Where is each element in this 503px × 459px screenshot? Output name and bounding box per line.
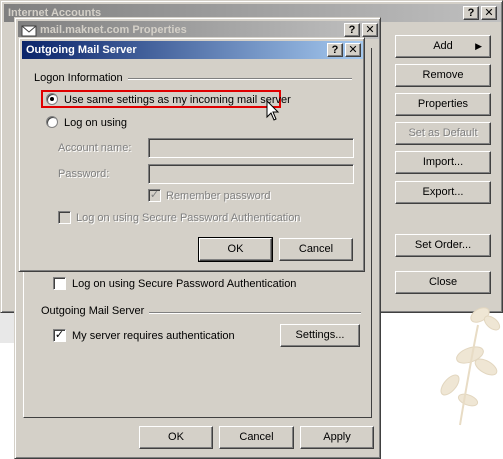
properties-apply-button[interactable]: Apply: [300, 426, 374, 449]
same-settings-label: Use same settings as my incoming mail se…: [64, 94, 291, 106]
properties-help-button[interactable]: ?: [344, 23, 360, 37]
outgoing-dialog-titlebar: Outgoing Mail Server: [22, 41, 363, 59]
same-settings-radio[interactable]: [46, 93, 58, 105]
properties-title: mail.maknet.com Properties: [40, 24, 187, 36]
log-on-using-label: Log on using: [64, 117, 127, 129]
set-as-default-button[interactable]: Set as Default: [395, 122, 491, 145]
password-label: Password:: [58, 168, 110, 180]
requires-auth-checkbox[interactable]: ✓: [53, 329, 66, 342]
log-on-using-radio[interactable]: [46, 116, 58, 128]
export-button[interactable]: Export...: [395, 181, 491, 204]
close-button[interactable]: Close: [395, 271, 491, 294]
internet-accounts-close-button[interactable]: ✕: [481, 6, 497, 20]
outgoing-ok-button[interactable]: OK: [198, 237, 273, 262]
logon-group-label: Logon Information: [34, 72, 123, 84]
account-name-field[interactable]: [148, 138, 354, 158]
triangle-right-icon: ▶: [475, 41, 482, 51]
internet-accounts-help-button[interactable]: ?: [463, 6, 479, 20]
outgoing-group-label: Outgoing Mail Server: [41, 305, 145, 317]
remember-password-checkbox[interactable]: ✓: [148, 189, 161, 202]
flower-decoration: [440, 307, 501, 426]
properties-spa-checkbox[interactable]: [53, 277, 66, 290]
dialog-spa-checkbox[interactable]: [58, 211, 71, 224]
properties-button[interactable]: Properties: [395, 93, 491, 116]
add-button-label: Add: [433, 40, 453, 52]
import-button[interactable]: Import...: [395, 151, 491, 174]
remove-button[interactable]: Remove: [395, 64, 491, 87]
add-button[interactable]: Add ▶: [395, 35, 491, 58]
mouse-cursor-icon: [266, 100, 280, 121]
outgoing-help-button[interactable]: ?: [327, 43, 343, 57]
password-field[interactable]: [148, 164, 354, 184]
remember-password-label: Remember password: [166, 190, 271, 202]
outgoing-dialog-title: Outgoing Mail Server: [26, 44, 137, 56]
set-order-button[interactable]: Set Order...: [395, 234, 491, 257]
dialog-spa-label: Log on using Secure Password Authenticat…: [76, 212, 301, 224]
outgoing-cancel-button[interactable]: Cancel: [279, 238, 353, 261]
settings-button[interactable]: Settings...: [280, 324, 360, 347]
properties-cancel-button[interactable]: Cancel: [219, 426, 294, 449]
mail-icon: [21, 25, 37, 37]
properties-close-button[interactable]: ✕: [362, 23, 378, 37]
outgoing-close-button[interactable]: ✕: [345, 43, 361, 57]
properties-spa-label: Log on using Secure Password Authenticat…: [72, 278, 297, 290]
account-name-label: Account name:: [58, 142, 132, 154]
outgoing-group-divider: [149, 312, 361, 314]
outgoing-mail-server-dialog: Outgoing Mail Server ? ✕ Logon Informati…: [18, 37, 365, 272]
requires-auth-label: My server requires authentication: [72, 330, 235, 342]
logon-group-divider: [128, 78, 352, 80]
properties-ok-button[interactable]: OK: [139, 426, 213, 449]
